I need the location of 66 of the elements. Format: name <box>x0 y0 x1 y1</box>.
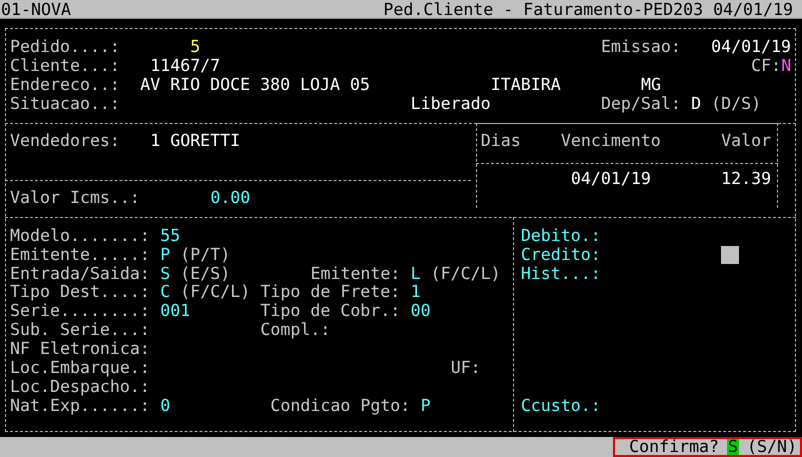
field-value: 0.00 <box>210 189 250 208</box>
field-label: Pedido....: <box>10 38 120 57</box>
field-value: 0 <box>160 396 170 416</box>
field-label: Compl.: <box>260 321 330 340</box>
field-value: AV RIO DOCE 380 LOJA 05 <box>140 76 370 95</box>
cursor-block <box>721 246 740 264</box>
window-title: Ped.Cliente - Faturamento-PED203 04/01/19 <box>383 0 793 18</box>
field-value: L <box>410 264 421 284</box>
field-label: Loc.Embarque.: <box>10 359 150 378</box>
prompt-label: Confirma? <box>629 438 720 455</box>
field-label: Situacao..: <box>10 94 120 114</box>
field-hint: (D/S) <box>711 94 762 114</box>
field-value: 04/01/19 <box>711 38 792 57</box>
field-label: Emissao: <box>600 38 681 57</box>
field-value: Liberado <box>410 94 491 114</box>
field-label: Tipo Dest....: <box>10 283 150 302</box>
field-value: P <box>420 396 431 416</box>
field-label: UF: <box>450 359 481 378</box>
options-hint: (S/N) <box>747 438 797 455</box>
field-label: Debito.: <box>520 226 601 246</box>
field-label: Loc.Despacho.: <box>10 378 150 397</box>
field-label: Valor Icms..: <box>10 189 140 208</box>
field-label: Emitente: <box>310 264 400 284</box>
field-value: S <box>160 264 170 284</box>
field-label: Entrada/Saida: <box>10 264 150 284</box>
field-label: Emitente.....: <box>10 246 150 265</box>
field-label: NF Eletronica: <box>10 340 150 360</box>
field-value: P <box>160 246 170 265</box>
field-value: D <box>691 94 702 114</box>
field-value: 11467/7 <box>150 56 220 76</box>
field-value: N <box>781 56 792 76</box>
answer-field[interactable]: S <box>727 438 740 455</box>
field-label: Condicao Pgto: <box>270 396 410 416</box>
table-cell: 04/01/19 <box>570 170 651 190</box>
field-hint: (P/T) <box>180 246 230 265</box>
field-label: Tipo de Frete: <box>260 283 400 302</box>
field-label: Dep/Sal: <box>600 94 681 114</box>
field-value: 1 <box>410 283 421 302</box>
table-cell: 12.39 <box>721 170 772 190</box>
field-value: 55 <box>160 226 180 246</box>
column-header: Dias <box>480 132 521 152</box>
field-label: Sub. Serie...: <box>10 321 150 340</box>
field-label: Serie........: <box>10 302 150 322</box>
field-value: ITABIRA <box>490 76 561 95</box>
field-label: Endereco..: <box>10 76 120 95</box>
field-label: Cliente...: <box>10 56 120 76</box>
field-value: 1 GORETTI <box>150 132 240 152</box>
field-value: C <box>160 283 170 302</box>
field-hint: (F/C/L) <box>180 283 250 302</box>
field-hint: (E/S) <box>180 264 230 284</box>
field-value: MG <box>641 76 661 95</box>
field-label: Tipo de Cobr.: <box>260 302 400 322</box>
field-label: Vendedores: <box>10 132 120 152</box>
field-value: 001 <box>160 302 190 322</box>
field-label: Modelo.......: <box>10 226 150 246</box>
column-header: Vencimento <box>560 132 661 152</box>
field-label: Ccusto.: <box>520 396 601 416</box>
column-header: Valor <box>721 132 772 152</box>
program-name: 01-NOVA <box>1 0 71 18</box>
field-value: 00 <box>410 302 431 322</box>
field-hint: (F/C/L) <box>430 264 501 284</box>
field-label: Credito: <box>520 246 601 265</box>
field-label: Nat.Exp......: <box>10 396 150 416</box>
field-label: Hist...: <box>520 264 601 284</box>
field-value: 5 <box>190 38 200 57</box>
field-label: CF: <box>751 56 782 76</box>
